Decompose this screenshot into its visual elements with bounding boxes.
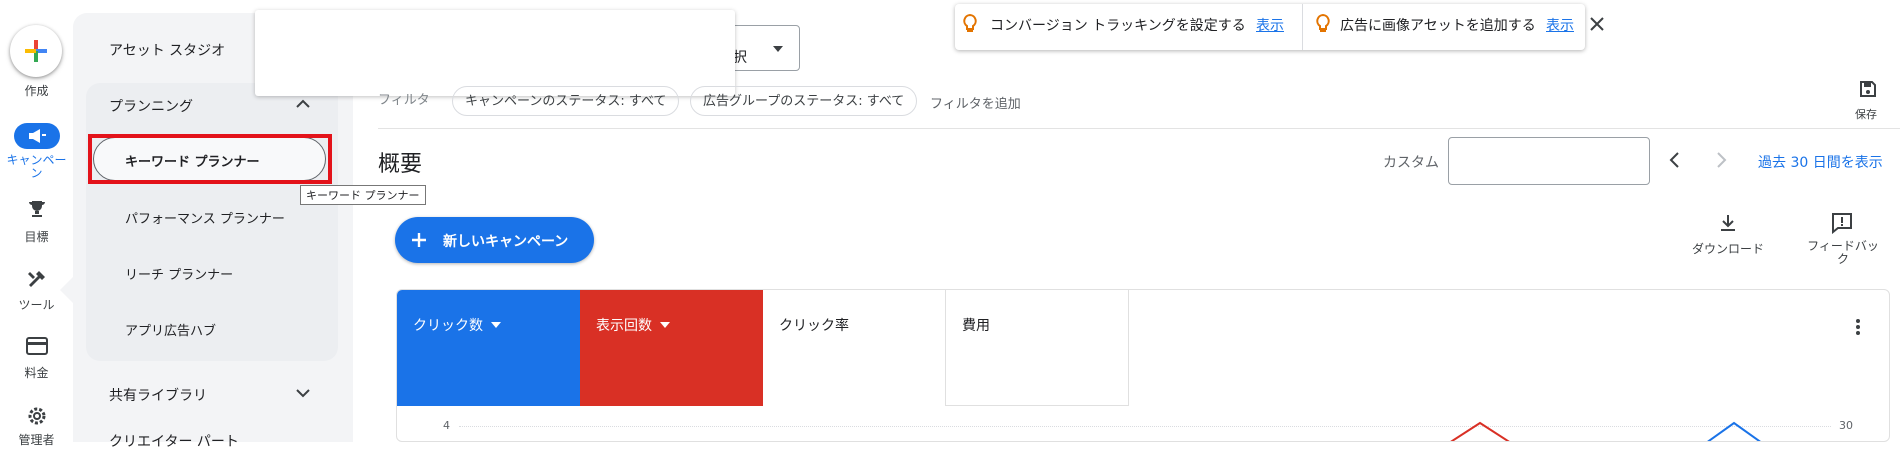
- create-button[interactable]: [10, 25, 62, 77]
- chevron-right-icon[interactable]: [1716, 151, 1728, 169]
- close-icon[interactable]: [1590, 17, 1604, 31]
- active-pointer: [60, 276, 74, 304]
- highlight-box: [88, 134, 332, 184]
- page-title: 概要: [378, 152, 423, 177]
- plus-icon: [412, 233, 426, 247]
- blank-popup: [255, 10, 735, 96]
- notification-link-2[interactable]: 表示: [1546, 15, 1574, 35]
- trophy-icon[interactable]: [0, 199, 73, 223]
- impressions-line: [1450, 421, 1510, 441]
- save-label: 保存: [1855, 108, 1877, 121]
- admin-label: 管理者: [18, 433, 55, 447]
- campaigns-label: キャンペーン: [6, 153, 67, 180]
- download-icon[interactable]: [1718, 213, 1738, 233]
- sidebar-item-app-ads-hub[interactable]: アプリ広告ハブ: [125, 320, 216, 339]
- billing-label: 料金: [24, 366, 49, 380]
- lightbulb-icon: [963, 14, 977, 32]
- gear-icon[interactable]: [0, 405, 73, 431]
- sidebar-item-reach-planner[interactable]: リーチ プランナー: [125, 264, 233, 283]
- custom-label: カスタム: [1383, 155, 1439, 171]
- chevron-up-icon[interactable]: [295, 97, 311, 109]
- chevron-left-icon[interactable]: [1668, 151, 1680, 169]
- chart-lines: [1450, 421, 1761, 441]
- view-last-30-days-link[interactable]: 過去 30 日間を表示: [1758, 152, 1883, 172]
- new-campaign-button[interactable]: 新しいキャンペーン: [395, 217, 594, 263]
- notification-divider: [1302, 4, 1303, 50]
- feedback-icon[interactable]: [1831, 212, 1853, 234]
- create-label: 作成: [24, 84, 49, 98]
- nav-rail: 作成 キャンペーン 目標 ツール 料金 管理者: [0, 0, 74, 447]
- chevron-down-icon[interactable]: [295, 387, 311, 399]
- filter-label: フィルタ: [378, 93, 430, 108]
- tooltip: キーワード プランナー: [300, 185, 426, 205]
- campaign-status-chip[interactable]: キャンペーンのステータス: すべて: [452, 86, 680, 116]
- adgroup-status-chip[interactable]: 広告グループのステータス: すべて: [690, 86, 918, 116]
- dropdown-arrow-icon: [773, 46, 783, 52]
- credit-card-icon[interactable]: [0, 337, 73, 359]
- overview-card: クリック数 表示回数 クリック率 費用 4 30: [396, 289, 1890, 442]
- add-filter-link[interactable]: フィルタを追加: [930, 93, 1021, 112]
- sidebar-item-performance-planner[interactable]: パフォーマンス プランナー: [125, 208, 285, 227]
- lightbulb-icon: [1316, 14, 1330, 32]
- planning-heading[interactable]: プランニング: [109, 96, 193, 116]
- sidebar-item-shared-library[interactable]: 共有ライブラリ: [109, 385, 207, 405]
- clicks-line: [1707, 421, 1761, 441]
- goals-label: 目標: [24, 230, 49, 244]
- campaigns-nav[interactable]: [14, 123, 60, 149]
- save-icon[interactable]: [1859, 80, 1877, 98]
- download-label: ダウンロード: [1692, 242, 1765, 256]
- notification-link-1[interactable]: 表示: [1256, 15, 1284, 35]
- selector-label: 択: [733, 50, 747, 66]
- notification-text-1: コンバージョン トラッキングを設定する: [990, 18, 1246, 34]
- notification-text-2: 広告に画像アセットを追加する: [1340, 18, 1536, 34]
- plus-icon: [25, 40, 47, 62]
- sidebar-item-creator[interactable]: クリエイター パート: [109, 431, 239, 451]
- date-range-input[interactable]: [1448, 137, 1650, 185]
- sidebar-item-asset-studio[interactable]: アセット スタジオ: [109, 40, 225, 60]
- feedback-label: フィードバック: [1807, 239, 1879, 266]
- megaphone-icon: [29, 129, 46, 143]
- header-divider: [378, 128, 1900, 129]
- new-campaign-label: 新しいキャンペーン: [443, 234, 569, 250]
